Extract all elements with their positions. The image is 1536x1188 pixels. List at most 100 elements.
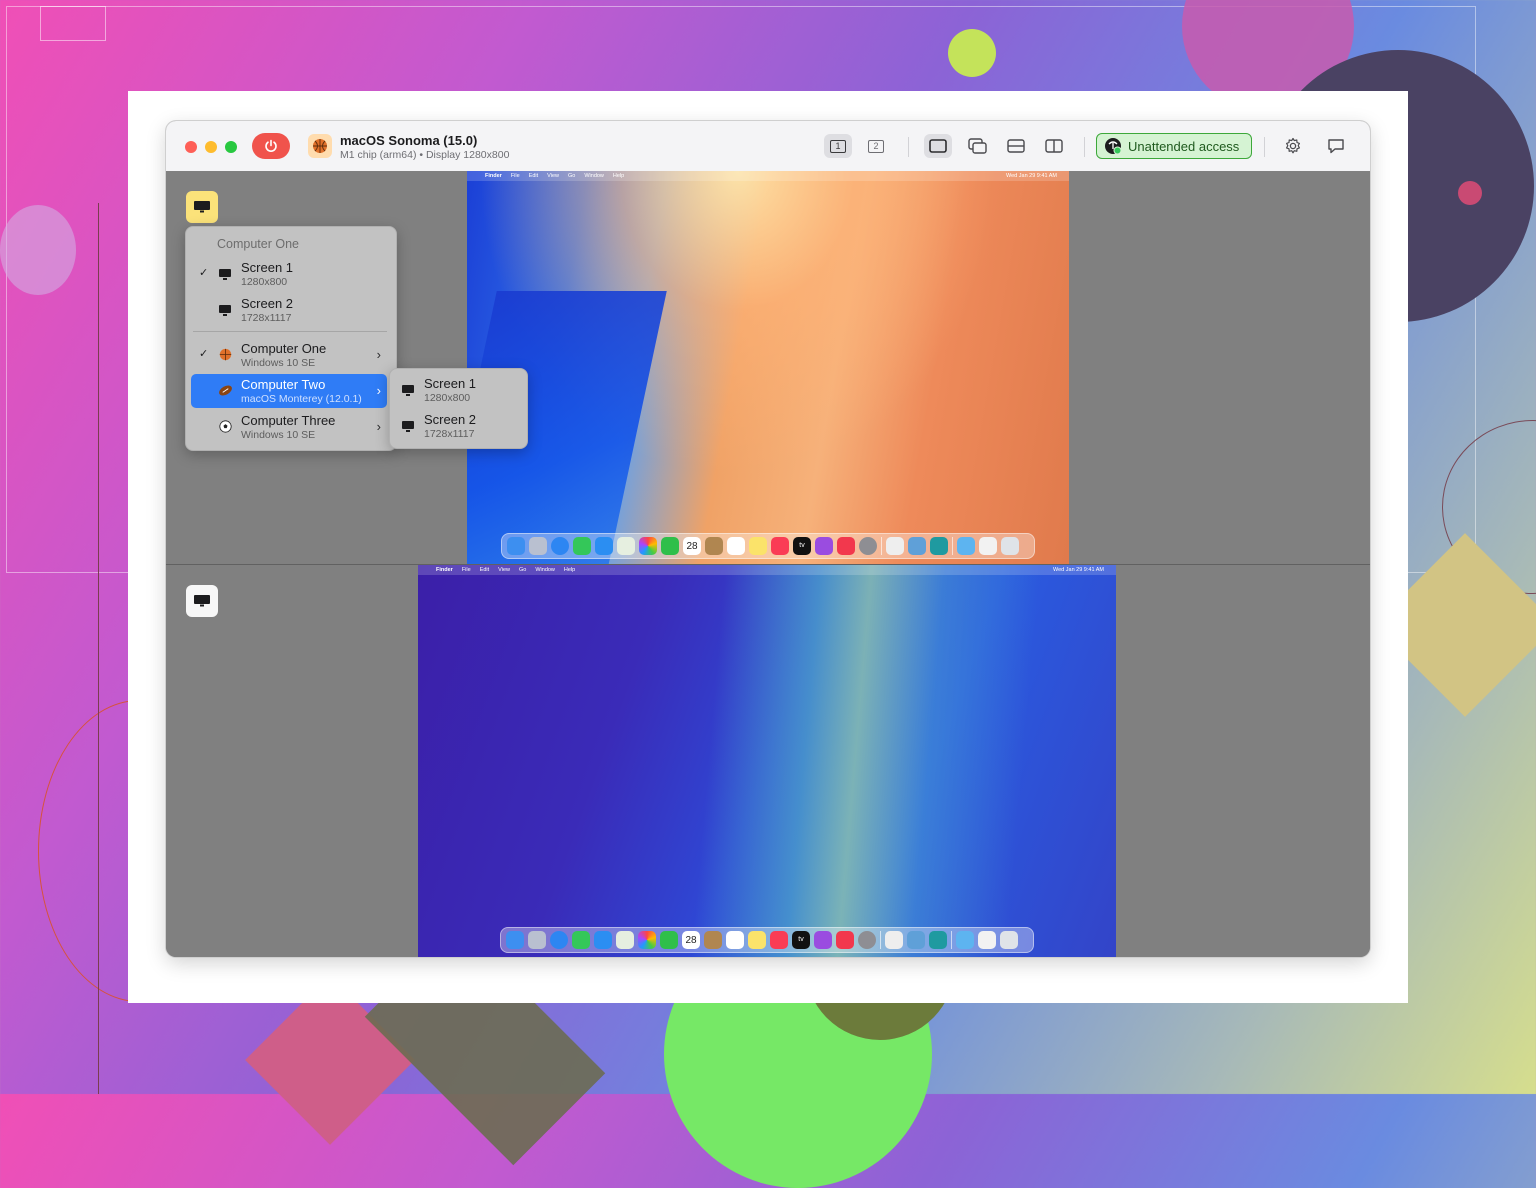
single-view-button[interactable] — [924, 134, 952, 158]
remote-desktop-top[interactable]: Finder File Edit View Go Window Help Wed… — [467, 171, 1069, 564]
menu-help[interactable]: Help — [613, 173, 624, 179]
photos-icon[interactable] — [639, 537, 657, 555]
apple-tv-icon[interactable]: tv — [792, 931, 810, 949]
news-icon[interactable] — [836, 931, 854, 949]
facetime-icon[interactable] — [660, 931, 678, 949]
disconnect-button[interactable] — [252, 133, 290, 159]
monitor-icon — [194, 595, 210, 607]
display-1-label: 1 — [830, 139, 846, 153]
menu-item-screen-2[interactable]: Screen 2 1728x1117 — [191, 293, 387, 327]
system-settings-icon[interactable] — [859, 537, 877, 555]
overlap-view-button[interactable] — [964, 134, 992, 158]
display-2-button[interactable]: 2 — [862, 134, 890, 158]
system-settings-icon[interactable] — [858, 931, 876, 949]
screen-selector-button[interactable] — [186, 191, 218, 223]
folder-icon[interactable] — [957, 537, 975, 555]
menu-item-computer-two[interactable]: Computer Two macOS Monterey (12.0.1) › — [191, 374, 387, 408]
textedit-icon[interactable] — [886, 537, 904, 555]
menu-finder[interactable]: Finder — [436, 567, 453, 573]
chat-icon — [1328, 139, 1344, 154]
finder-icon[interactable] — [506, 931, 524, 949]
preview-icon[interactable] — [908, 537, 926, 555]
trash-icon[interactable] — [1001, 537, 1019, 555]
safari-icon[interactable] — [551, 537, 569, 555]
music-icon[interactable] — [770, 931, 788, 949]
remote-desktop-bottom[interactable]: Finder File Edit View Go Window Help Wed… — [418, 565, 1116, 957]
contacts-icon[interactable] — [705, 537, 723, 555]
menu-finder[interactable]: Finder — [485, 173, 502, 179]
menu-item-os: Windows 10 SE — [241, 357, 316, 369]
remote-app-icon[interactable] — [930, 537, 948, 555]
menu-bar-clock[interactable]: Wed Jan 29 9:41 AM — [1006, 173, 1057, 179]
messages-icon[interactable] — [573, 537, 591, 555]
menu-edit[interactable]: Edit — [480, 567, 489, 573]
menu-file[interactable]: File — [462, 567, 471, 573]
menu-item-computer-one[interactable]: ✓ Computer One Windows 10 SE › — [191, 338, 387, 372]
submenu-item-screen-1[interactable]: Screen 1 1280x800 — [394, 373, 522, 407]
submenu-item-screen-2[interactable]: Screen 2 1728x1117 — [394, 409, 522, 443]
menu-bar-clock[interactable]: Wed Jan 29 9:41 AM — [1053, 567, 1104, 573]
menu-view[interactable]: View — [498, 567, 510, 573]
documents-icon[interactable] — [978, 931, 996, 949]
split-vertical-icon — [1045, 139, 1063, 153]
apple-tv-icon[interactable]: tv — [793, 537, 811, 555]
news-icon[interactable] — [837, 537, 855, 555]
reminders-icon[interactable] — [727, 537, 745, 555]
submenu-item-resolution: 1280x800 — [424, 392, 471, 404]
close-window-button[interactable] — [185, 141, 197, 153]
menu-go[interactable]: Go — [519, 567, 526, 573]
menu-go[interactable]: Go — [568, 173, 575, 179]
contacts-icon[interactable] — [704, 931, 722, 949]
menu-edit[interactable]: Edit — [529, 173, 538, 179]
screen-selector-button[interactable] — [186, 585, 218, 617]
podcasts-icon[interactable] — [815, 537, 833, 555]
notes-icon[interactable] — [748, 931, 766, 949]
minimize-window-button[interactable] — [205, 141, 217, 153]
menu-window[interactable]: Window — [584, 173, 604, 179]
messages-icon[interactable] — [572, 931, 590, 949]
safari-icon[interactable] — [550, 931, 568, 949]
preview-icon[interactable] — [907, 931, 925, 949]
split-horizontal-button[interactable] — [1002, 134, 1030, 158]
menu-file[interactable]: File — [511, 173, 520, 179]
unattended-access-button[interactable]: Unattended access — [1096, 133, 1252, 159]
textedit-icon[interactable] — [885, 931, 903, 949]
menu-item-label: Screen 1 — [241, 260, 294, 275]
menu-help[interactable]: Help — [564, 567, 575, 573]
zoom-window-button[interactable] — [225, 141, 237, 153]
facetime-icon[interactable] — [661, 537, 679, 555]
chat-button[interactable] — [1322, 134, 1350, 158]
remote-app-icon[interactable] — [929, 931, 947, 949]
menu-item-computer-three[interactable]: Computer Three Windows 10 SE › — [191, 410, 387, 444]
football-icon — [217, 383, 233, 397]
display-2-label: 2 — [868, 139, 884, 153]
mail-icon[interactable] — [594, 931, 612, 949]
folder-icon[interactable] — [956, 931, 974, 949]
menu-view[interactable]: View — [547, 173, 559, 179]
split-vertical-button[interactable] — [1040, 134, 1068, 158]
calendar-icon[interactable]: 28 — [682, 931, 700, 949]
photos-icon[interactable] — [638, 931, 656, 949]
toolbar-separator — [908, 137, 909, 157]
trash-icon[interactable] — [1000, 931, 1018, 949]
display-1-button[interactable]: 1 — [824, 134, 852, 158]
window-subtitle: M1 chip (arm64) • Display 1280x800 — [340, 149, 510, 161]
music-icon[interactable] — [771, 537, 789, 555]
reminders-icon[interactable] — [726, 931, 744, 949]
notes-icon[interactable] — [749, 537, 767, 555]
dock-separator — [952, 537, 953, 555]
maps-icon[interactable] — [616, 931, 634, 949]
mail-icon[interactable] — [595, 537, 613, 555]
documents-icon[interactable] — [979, 537, 997, 555]
calendar-icon[interactable]: 28 — [683, 537, 701, 555]
launchpad-icon[interactable] — [528, 931, 546, 949]
launchpad-icon[interactable] — [529, 537, 547, 555]
maps-icon[interactable] — [617, 537, 635, 555]
menu-item-screen-1[interactable]: ✓ Screen 1 1280x800 — [191, 257, 387, 291]
finder-icon[interactable] — [507, 537, 525, 555]
settings-button[interactable] — [1279, 134, 1307, 158]
menu-item-label: Screen 2 — [241, 296, 294, 311]
menu-window[interactable]: Window — [535, 567, 555, 573]
monitor-icon — [400, 418, 416, 432]
podcasts-icon[interactable] — [814, 931, 832, 949]
